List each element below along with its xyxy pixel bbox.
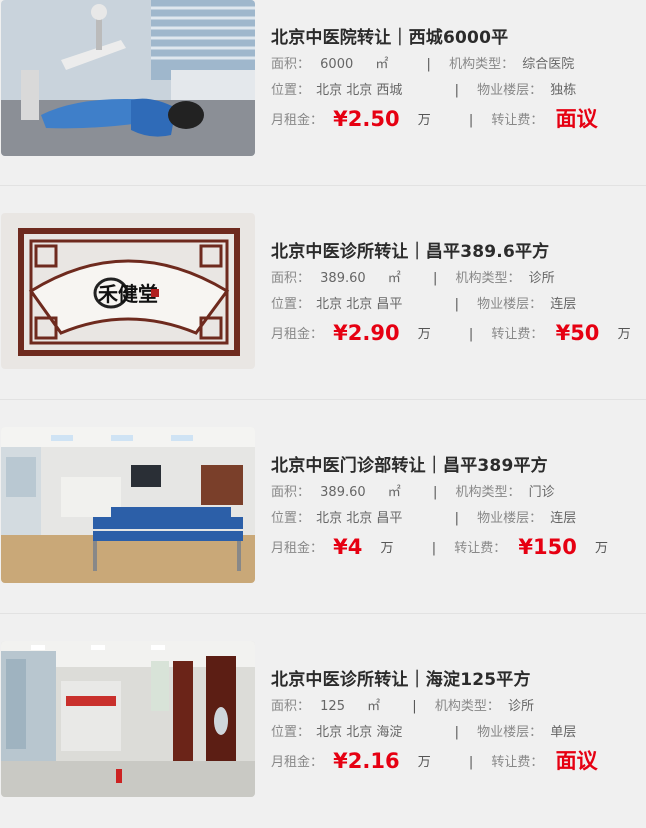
- rent-unit: 万: [380, 541, 394, 556]
- org-type-label: 机构类型：: [449, 57, 515, 72]
- listing-card[interactable]: 禾健堂 北京中医诊所转让｜昌平389.6平方 面积： 389.60 ㎡ | 机构…: [0, 186, 646, 400]
- listing-price-row: 月租金： ¥2.90 万 | 转让费： ¥50 万: [271, 321, 631, 345]
- floor-label: 物业楼层：: [477, 297, 543, 312]
- org-type-value: 综合医院: [522, 57, 575, 72]
- listing-info-row: 位置： 北京 北京 海淀 | 物业楼层： 单层: [271, 723, 576, 743]
- transfer-unit: 万: [617, 327, 631, 342]
- listing-info-row: 位置： 北京 北京 昌平 | 物业楼层： 连层: [271, 295, 576, 315]
- area-label: 面积：: [271, 57, 311, 72]
- org-type-value: 诊所: [507, 699, 534, 714]
- location-value: 北京 北京 昌平: [316, 297, 403, 312]
- location-label: 位置：: [271, 83, 311, 98]
- transfer-price: ¥50: [555, 321, 600, 345]
- separator: |: [468, 327, 474, 342]
- listing-info-row: 位置： 北京 北京 昌平 | 物业楼层： 连层: [271, 509, 576, 529]
- listing-price-row: 月租金： ¥2.50 万 | 转让费： 面议: [271, 107, 598, 131]
- org-type-label: 机构类型：: [434, 699, 500, 714]
- rent-price: ¥2.90: [333, 321, 400, 345]
- location-label: 位置：: [271, 725, 311, 740]
- separator: |: [432, 271, 438, 286]
- rent-unit: 万: [417, 755, 431, 770]
- area-label: 面积：: [271, 699, 311, 714]
- location-value: 北京 北京 昌平: [316, 511, 403, 526]
- separator: |: [468, 113, 474, 128]
- separator: |: [454, 297, 459, 312]
- separator: |: [454, 83, 459, 98]
- rent-label: 月租金：: [271, 755, 324, 770]
- org-type-value: 门诊: [528, 485, 555, 500]
- listing-card[interactable]: 北京中医诊所转让｜海淀125平方 面积： 125 ㎡ | 机构类型： 诊所 位置…: [0, 614, 646, 828]
- transfer-price: 面议: [555, 107, 598, 131]
- rent-label: 月租金：: [271, 327, 324, 342]
- area-value: 389.60: [320, 271, 366, 286]
- listing-info-row: 面积： 125 ㎡ | 机构类型： 诊所: [271, 697, 534, 717]
- transfer-price: 面议: [555, 749, 598, 773]
- transfer-price: ¥150: [518, 535, 577, 559]
- area-label: 面积：: [271, 271, 311, 286]
- listing-info-row: 位置： 北京 北京 西城 | 物业楼层： 独栋: [271, 81, 576, 101]
- floor-value: 单层: [550, 725, 577, 740]
- floor-label: 物业楼层：: [477, 725, 543, 740]
- listing-info-row: 面积： 389.60 ㎡ | 机构类型： 门诊: [271, 483, 555, 503]
- area-unit: ㎡: [375, 57, 389, 72]
- listing-thumbnail-waiting-hall[interactable]: [1, 427, 255, 583]
- area-value: 125: [320, 699, 345, 714]
- listing-info-row: 面积： 6000 ㎡ | 机构类型： 综合医院: [271, 55, 574, 75]
- rent-label: 月租金：: [271, 541, 324, 556]
- separator: |: [432, 485, 438, 500]
- listing-title[interactable]: 北京中医院转让｜西城6000平: [271, 23, 508, 48]
- listing-price-row: 月租金： ¥4 万 | 转让费： ¥150 万: [271, 535, 608, 559]
- location-label: 位置：: [271, 297, 311, 312]
- area-unit: ㎡: [387, 271, 401, 286]
- floor-value: 独栋: [550, 83, 577, 98]
- rent-price: ¥2.16: [333, 749, 400, 773]
- listing-thumbnail-corridor[interactable]: [1, 641, 255, 797]
- area-label: 面积：: [271, 485, 311, 500]
- location-value: 北京 北京 海淀: [316, 725, 403, 740]
- separator: |: [468, 755, 474, 770]
- org-type-label: 机构类型：: [455, 485, 521, 500]
- listing-title[interactable]: 北京中医诊所转让｜海淀125平方: [271, 665, 531, 690]
- location-value: 北京 北京 西城: [316, 83, 403, 98]
- transfer-unit: 万: [594, 541, 608, 556]
- area-value: 389.60: [320, 485, 366, 500]
- listing-title[interactable]: 北京中医门诊部转让｜昌平389平方: [271, 451, 548, 476]
- org-type-label: 机构类型：: [455, 271, 521, 286]
- listing-thumbnail-dental-room[interactable]: [1, 0, 255, 156]
- location-label: 位置：: [271, 511, 311, 526]
- area-value: 6000: [320, 57, 354, 72]
- org-type-value: 诊所: [528, 271, 555, 286]
- separator: |: [426, 57, 431, 72]
- listing-title[interactable]: 北京中医诊所转让｜昌平389.6平方: [271, 237, 549, 262]
- rent-unit: 万: [417, 113, 431, 128]
- rent-price: ¥4: [333, 535, 363, 559]
- transfer-label: 转让费：: [491, 755, 544, 770]
- listing-price-row: 月租金： ¥2.16 万 | 转让费： 面议: [271, 749, 598, 773]
- floor-value: 连层: [550, 297, 577, 312]
- separator: |: [412, 699, 417, 714]
- listing-card[interactable]: 北京中医门诊部转让｜昌平389平方 面积： 389.60 ㎡ | 机构类型： 门…: [0, 400, 646, 614]
- rent-label: 月租金：: [271, 113, 324, 128]
- separator: |: [454, 511, 459, 526]
- transfer-label: 转让费：: [491, 113, 544, 128]
- transfer-label: 转让费：: [491, 327, 544, 342]
- listing-thumbnail-clinic-sign[interactable]: 禾健堂: [1, 213, 255, 369]
- rent-unit: 万: [417, 327, 431, 342]
- listing-info-row: 面积： 389.60 ㎡ | 机构类型： 诊所: [271, 269, 555, 289]
- separator: |: [431, 541, 437, 556]
- floor-label: 物业楼层：: [477, 83, 543, 98]
- separator: |: [454, 725, 459, 740]
- rent-price: ¥2.50: [333, 107, 400, 131]
- transfer-label: 转让费：: [454, 541, 507, 556]
- floor-value: 连层: [550, 511, 577, 526]
- floor-label: 物业楼层：: [477, 511, 543, 526]
- area-unit: ㎡: [367, 699, 381, 714]
- clinic-logo-text: 禾健堂: [98, 282, 158, 306]
- area-unit: ㎡: [387, 485, 401, 500]
- listing-card[interactable]: 北京中医院转让｜西城6000平 面积： 6000 ㎡ | 机构类型： 综合医院 …: [0, 0, 646, 186]
